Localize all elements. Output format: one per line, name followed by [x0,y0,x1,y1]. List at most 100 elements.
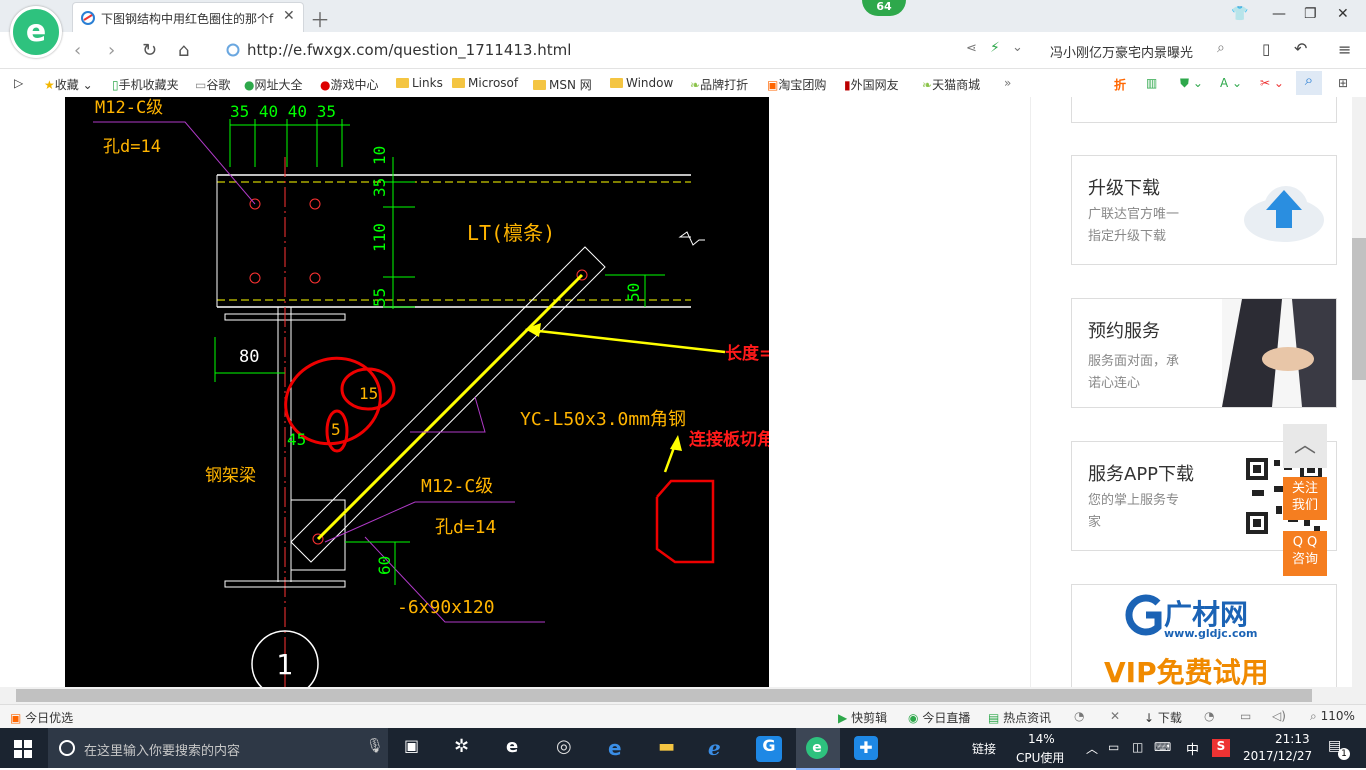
microphone-icon[interactable]: 🎙 [366,738,384,754]
forward-button[interactable]: › [108,40,115,61]
shirt-skin-icon[interactable]: 👕 [1231,6,1248,22]
discount-icon[interactable]: 折 [1114,76,1126,93]
internet-explorer-icon[interactable]: ℯ [708,736,732,760]
bookmark-mobile[interactable]: ▯手机收藏夹 [112,76,179,93]
speed-icon[interactable]: ◔ [1074,709,1084,723]
site-security-icon[interactable] [226,43,240,57]
back-to-top-button[interactable]: ︿ [1283,424,1327,468]
undo-icon[interactable]: ↶ [1294,39,1307,58]
apps-grid-icon[interactable]: ⊞ [1338,76,1348,90]
bookmark-brand[interactable]: ❧品牌打折 [690,76,748,93]
clock-date[interactable]: 2017/12/27 [1243,749,1312,763]
browser-tab[interactable]: 下图钢结构中用红色圈住的那个f ✕ [72,2,304,33]
annotation-length: 长度=（梁高度-60+55）*1.414+30*2= [725,343,769,364]
chevron-down-icon[interactable]: ⌄ [1012,40,1023,55]
bookmark-links[interactable]: Links [396,76,443,90]
ime-indicator[interactable]: 中 [1186,739,1199,758]
share-icon[interactable]: ⋖ [966,41,977,56]
bookmark-microsoft[interactable]: Microsof [452,76,518,90]
cortana-icon[interactable] [58,739,76,757]
dim-60: 60 [375,556,394,575]
download-button[interactable]: ↓ 下载 [1144,709,1182,726]
keyboard-icon[interactable]: ⌨ [1154,740,1171,754]
pin-icon[interactable]: ✕ [1110,709,1120,723]
bookmark-foreign[interactable]: ▮外国网友 [844,76,899,93]
bookmark-daohang[interactable]: ●网址大全 [244,76,303,93]
bookmark-label: Links [412,76,443,90]
tab-close-icon[interactable]: ✕ [283,8,295,24]
clock-time[interactable]: 21:13 [1275,732,1310,746]
file-explorer-icon[interactable]: ▬ [658,736,682,760]
live-today[interactable]: ◉ 今日直播 [908,709,970,726]
maximize-button[interactable]: ❐ [1304,6,1317,22]
browser-logo-icon[interactable]: e [10,6,62,58]
cpu-label[interactable]: CPU使用 [1016,749,1064,766]
refresh-button[interactable]: ↻ [142,40,157,61]
folder-icon [396,78,409,88]
search-tool-icon[interactable]: ⌕ [1296,71,1322,95]
more-bookmarks-icon[interactable]: » [1004,76,1011,90]
search-icon[interactable]: ⌕ [1217,40,1225,56]
card-appointment[interactable]: 预约服务 服务面对面，承 诺心连心 [1071,298,1337,408]
mobile-icon[interactable]: ▯ [1262,40,1270,58]
home-button[interactable]: ⌂ [178,40,189,61]
vertical-scrollbar[interactable] [1352,97,1366,687]
close-window-button[interactable]: ✕ [1337,6,1349,22]
card-upgrade[interactable]: 升级下载 广联达官方唯一 指定升级下载 [1071,155,1337,265]
zoom-icon: ⌕ [1310,709,1317,723]
360-browser-icon[interactable]: e [806,737,828,759]
dim-10: 10 [370,146,389,165]
plus-app-icon[interactable]: ✚ [854,736,878,760]
book-icon[interactable]: ▥ [1146,76,1157,90]
new-tab-button[interactable]: ＋ [310,4,330,33]
bookmark-label: 网址大全 [254,78,303,92]
window-icon[interactable]: ▭ [1240,709,1251,723]
menu-icon[interactable]: ≡ [1338,40,1351,59]
swirl-app-icon[interactable]: ◎ [556,736,580,760]
card-partial-top[interactable] [1071,97,1337,123]
bookmark-tmall[interactable]: ❧天猫商城 [922,76,980,93]
zoom-level[interactable]: ⌕ 110% [1310,709,1355,724]
follow-us-button[interactable]: 关注 我们 [1283,477,1327,520]
windows-start-icon[interactable] [14,740,32,758]
bookmark-msn[interactable]: MSN 网 [533,76,592,93]
sidebar-toggle-icon[interactable]: ▷ [14,76,23,90]
minimize-button[interactable]: — [1272,6,1286,22]
volume-icon[interactable]: ◁) [1272,709,1286,723]
tray-chevron-icon[interactable]: ︿ [1086,740,1098,757]
ad-gldjc[interactable]: 广材网 www.gldjc.com VIP免费试用 [1071,584,1337,687]
task-view-icon[interactable]: ▣ [404,736,428,760]
notification-count[interactable]: 1 [1338,748,1350,760]
bookmark-favorites[interactable]: ★收藏 ⌄ [44,76,93,93]
bookmark-google[interactable]: ▭谷歌 [195,76,230,93]
bookmark-windows[interactable]: Window [610,76,673,90]
network-icon[interactable]: ◫ [1132,740,1143,754]
glodon-app-icon[interactable]: G [756,736,782,762]
quick-edit[interactable]: ▶ 快剪辑 [838,709,887,726]
battery-icon[interactable]: ▭ [1108,740,1119,754]
today-picks[interactable]: ▣ 今日优选 [10,709,73,726]
tray-link[interactable]: 链接 [972,740,996,757]
url-text[interactable]: http://e.fwxgx.com/question_1711413.html [247,41,571,59]
qq-consult-button[interactable]: Q Q 咨询 [1283,531,1327,576]
search-text[interactable]: 冯小刚亿万豪宅内景曝光 [1050,42,1193,61]
cpu-percent[interactable]: 14% [1028,732,1055,746]
horizontal-scroll-thumb[interactable] [16,689,1312,702]
fan-app-icon[interactable]: ✲ [454,736,478,760]
vertical-scroll-thumb[interactable] [1352,238,1366,380]
bookmark-taobao[interactable]: ▣淘宝团购 [767,76,826,93]
taskbar-search-placeholder[interactable]: 在这里输入你要搜索的内容 [84,740,240,759]
bookmark-game[interactable]: ●游戏中心 [320,76,379,93]
sogou-ime-icon[interactable]: S [1212,739,1230,757]
hot-news[interactable]: ▤ 热点资讯 [988,709,1051,726]
shield-icon[interactable]: ⛊ ⌄ [1180,76,1203,91]
lightning-icon[interactable]: ⚡ [990,40,1000,56]
edge-icon[interactable]: e [608,736,632,760]
back-button[interactable]: ‹ [74,40,81,61]
bookmark-label: 品牌打折 [700,78,749,92]
scissors-icon[interactable]: ✂ ⌄ [1260,76,1284,90]
translate-icon[interactable]: A ⌄ [1220,76,1242,90]
browser-e-icon[interactable]: e [506,736,530,760]
accelerate-icon[interactable]: ◔ [1204,709,1214,723]
card-sub: 广联达官方唯一 [1088,207,1180,222]
